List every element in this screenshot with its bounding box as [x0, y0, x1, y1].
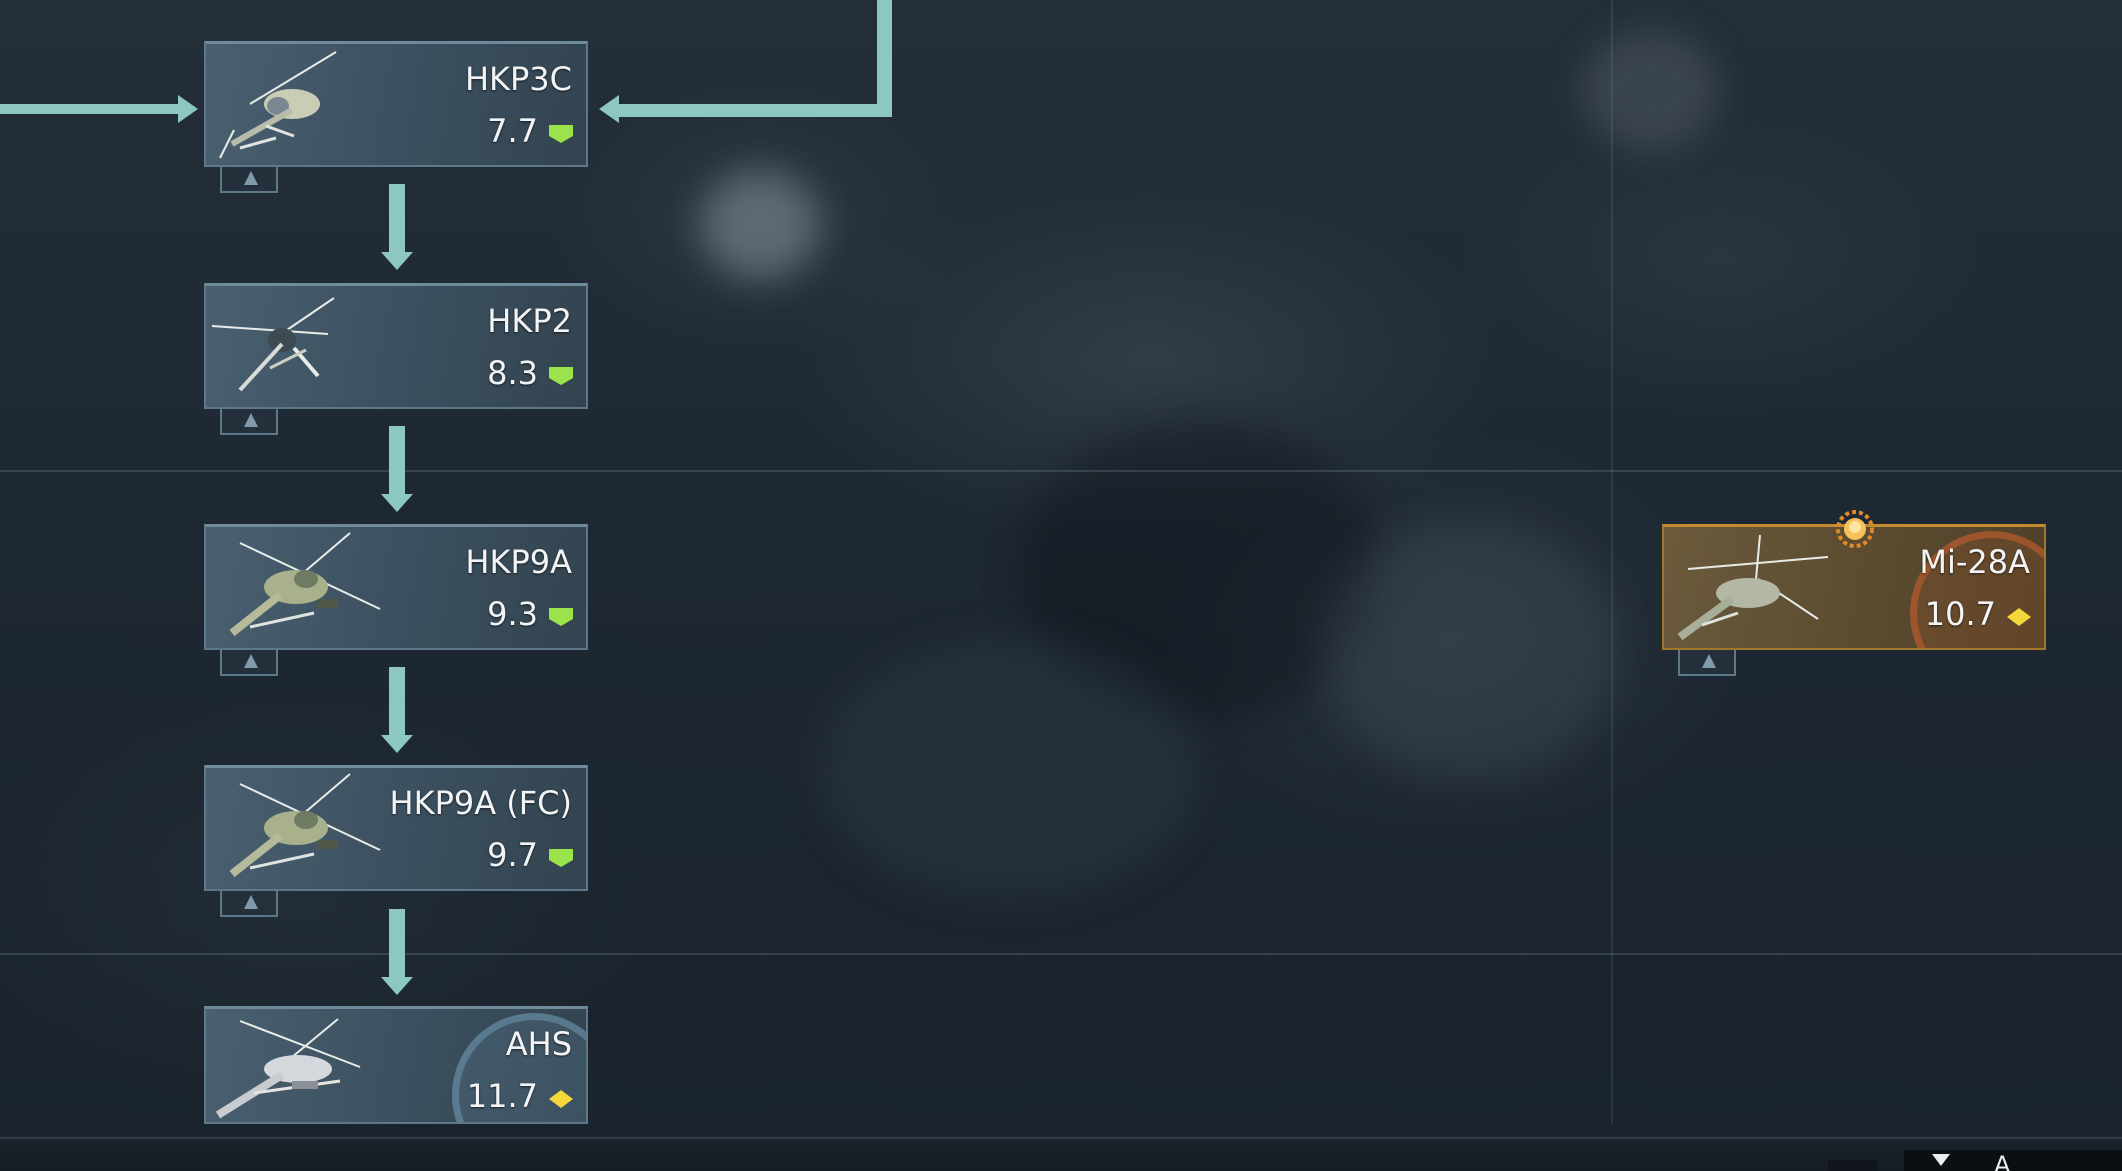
connector-line: [389, 667, 405, 737]
vehicle-card-ahs[interactable]: AHS 11.7: [204, 1006, 588, 1124]
action-button[interactable]: A: [1904, 1150, 2122, 1171]
vehicle-name: HKP3C: [464, 60, 572, 98]
crew-icon: [244, 895, 258, 909]
helicopter-icon: [1677, 534, 1829, 641]
vehicle-name: HKP2: [487, 302, 572, 340]
action-button-label: A: [1994, 1151, 2011, 1171]
green-chevron-icon: [549, 608, 573, 626]
vehicle-name: HKP9A (FC): [389, 784, 572, 822]
crew-slot-tab[interactable]: [220, 409, 278, 435]
yellow-diamond-icon: [549, 1090, 573, 1108]
grid-line-horizontal: [0, 470, 2122, 472]
arrow-left-icon: [599, 95, 619, 123]
arrow-down-icon: [381, 735, 413, 753]
vehicle-card-hkp2[interactable]: HKP2 8.3: [204, 283, 588, 409]
grid-line-vertical: [1611, 0, 1613, 1124]
arrow-down-icon: [381, 252, 413, 270]
connector-line: [389, 909, 405, 979]
crew-icon: [1702, 654, 1716, 668]
arrow-down-icon: [381, 494, 413, 512]
green-chevron-icon: [549, 125, 573, 143]
helicopter-icon: [229, 532, 381, 637]
connector-line: [389, 184, 405, 254]
grid-line-horizontal: [0, 953, 2122, 955]
vehicle-card-hkp9a-fc[interactable]: HKP9A (FC) 9.7: [204, 765, 588, 891]
helicopter-icon: [219, 51, 337, 159]
crew-icon: [244, 654, 258, 668]
vehicle-card-hkp3c[interactable]: HKP3C 7.7: [204, 41, 588, 167]
vehicle-name: AHS: [505, 1025, 572, 1063]
battle-rating: 8.3: [487, 354, 538, 392]
connector-line: [618, 104, 892, 117]
battle-rating: 7.7: [487, 112, 538, 150]
yellow-diamond-icon: [2007, 608, 2031, 626]
vehicle-name: HKP9A: [465, 543, 572, 581]
green-chevron-icon: [549, 367, 573, 385]
helicopter-icon: [229, 773, 381, 878]
battle-rating: 11.7: [466, 1077, 538, 1115]
gold-medal-icon: [1836, 510, 1874, 548]
crew-icon: [244, 171, 258, 185]
battle-rating: 9.7: [487, 836, 538, 874]
arrow-right-icon: [178, 95, 198, 123]
arrow-down-icon: [381, 977, 413, 995]
helicopter-icon: [211, 297, 335, 392]
crew-slot-tab[interactable]: [220, 650, 278, 676]
crew-icon: [244, 413, 258, 427]
battle-rating: 9.3: [487, 595, 538, 633]
connector-line: [0, 104, 180, 114]
bottom-indicator: [1828, 1160, 1878, 1171]
crew-slot-tab[interactable]: [1678, 650, 1736, 676]
vehicle-card-hkp9a[interactable]: HKP9A 9.3: [204, 524, 588, 650]
green-chevron-icon: [549, 849, 573, 867]
triangle-down-icon: [1932, 1154, 1950, 1166]
crew-slot-tab[interactable]: [220, 167, 278, 193]
crew-slot-tab[interactable]: [220, 891, 278, 917]
vehicle-name: Mi-28A: [1919, 543, 2030, 581]
battle-rating: 10.7: [1924, 595, 1996, 633]
connector-line: [389, 426, 405, 496]
bottom-bar: [0, 1138, 2122, 1171]
helicopter-icon: [215, 1018, 361, 1119]
connector-line: [877, 0, 892, 117]
